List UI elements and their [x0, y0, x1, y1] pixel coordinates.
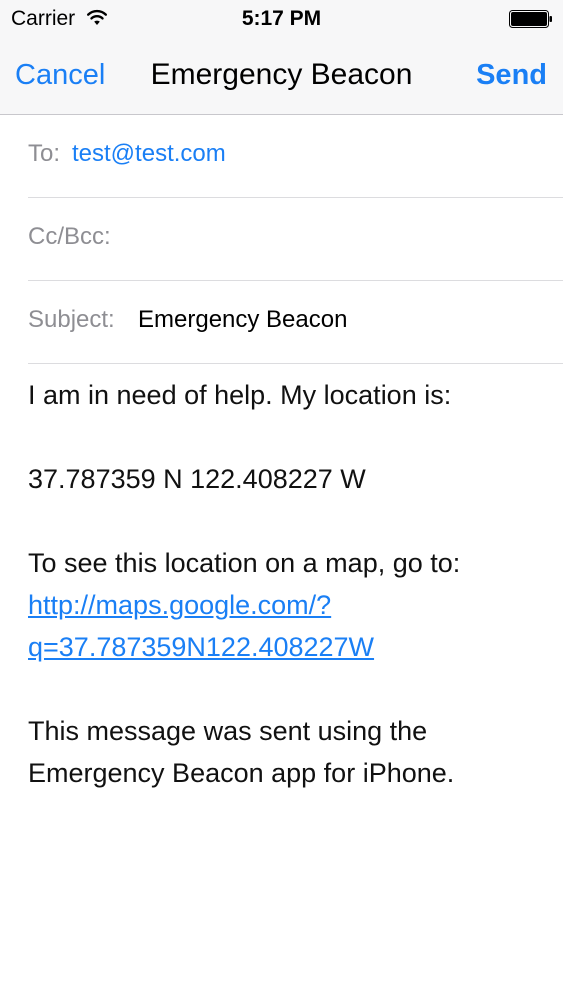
to-field[interactable]: To: test@test.com: [28, 115, 563, 198]
body-footer: This message was sent using the Emergenc…: [28, 716, 455, 788]
body-map-intro: To see this location on a map, go to:: [28, 548, 461, 578]
subject-label: Subject:: [28, 306, 115, 333]
battery-icon: [509, 10, 552, 28]
to-label: To:: [28, 140, 61, 167]
cc-bcc-field[interactable]: Cc/Bcc:: [28, 198, 563, 281]
status-bar: Carrier 5:17 PM: [0, 0, 563, 38]
subject-field[interactable]: Subject: Emergency Beacon: [28, 281, 563, 364]
message-body[interactable]: I am in need of help. My location is: 37…: [28, 374, 538, 794]
subject-value[interactable]: Emergency Beacon: [138, 305, 347, 335]
map-link-line-1[interactable]: http://maps.google.com/?: [28, 584, 538, 626]
send-button[interactable]: Send: [476, 58, 547, 92]
map-link-line-2[interactable]: q=37.787359N122.408227W: [28, 626, 538, 668]
compose-fields: To: test@test.com Cc/Bcc: Subject: Emerg…: [0, 115, 563, 364]
navigation-header: Carrier 5:17 PM Cancel Emergency Beacon …: [0, 0, 563, 115]
body-coordinates: 37.787359 N 122.408227 W: [28, 464, 366, 494]
body-line-help: I am in need of help. My location is:: [28, 380, 452, 410]
status-time: 5:17 PM: [241, 7, 322, 30]
nav-bar: Cancel Emergency Beacon Send: [0, 38, 563, 114]
to-recipient[interactable]: test@test.com: [72, 139, 226, 169]
cc-bcc-label: Cc/Bcc:: [28, 223, 111, 250]
